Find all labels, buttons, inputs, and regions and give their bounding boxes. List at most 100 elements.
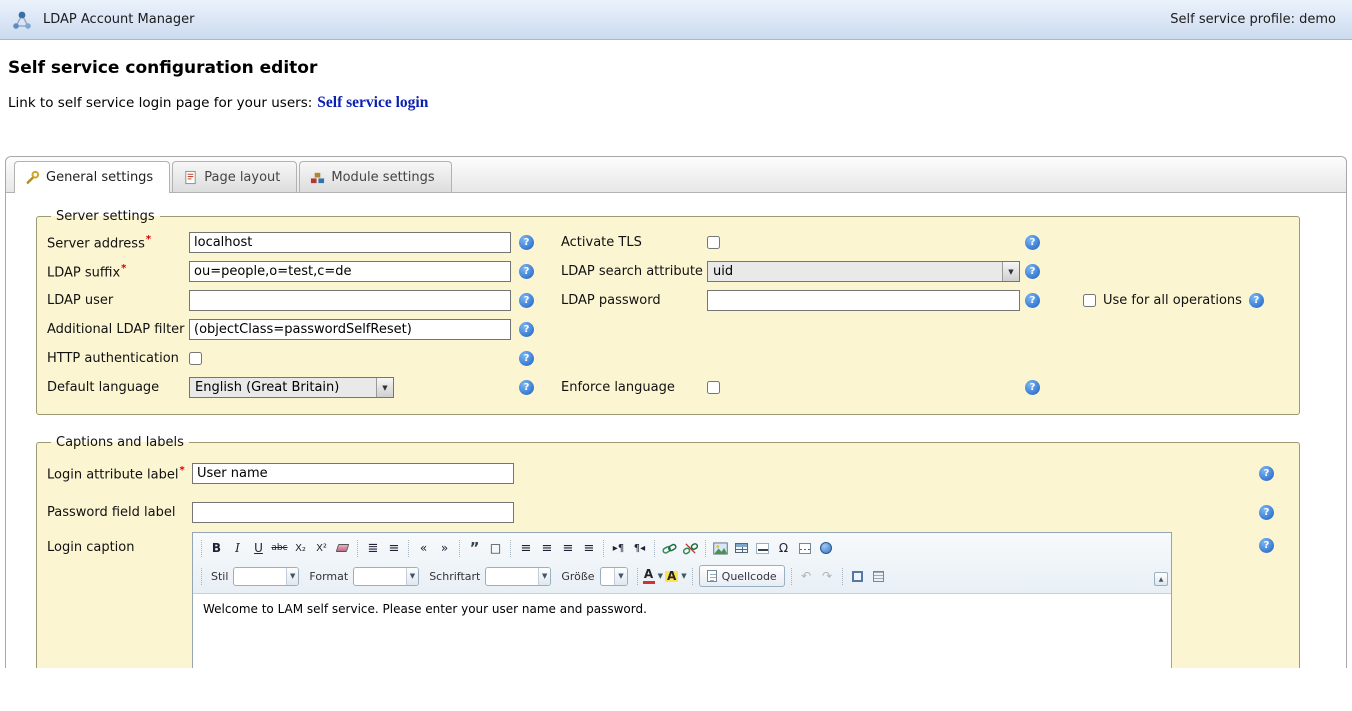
help-icon[interactable]: ?	[519, 380, 534, 395]
help-icon[interactable]: ?	[519, 235, 534, 250]
maximize-button[interactable]	[848, 567, 867, 586]
chevron-down-icon: ▼	[286, 568, 298, 585]
help-icon[interactable]: ?	[1025, 264, 1040, 279]
div-container-button[interactable]: □	[486, 539, 505, 558]
ldap-user-input[interactable]	[189, 290, 511, 311]
font-size-combo-label: Größe	[561, 570, 594, 583]
underline-button[interactable]: U	[249, 539, 268, 558]
app-header: LDAP Account Manager Self service profil…	[0, 0, 1352, 40]
redo-button[interactable]: ↷	[818, 567, 837, 586]
default-language-select[interactable]: English (Great Britain) ▼	[189, 377, 394, 398]
image-button[interactable]	[711, 539, 730, 558]
align-center-icon: ≡	[542, 541, 552, 556]
tab-label: Page layout	[204, 170, 280, 185]
help-icon[interactable]: ?	[1259, 505, 1274, 520]
image-icon	[713, 542, 728, 555]
default-language-label: Default language	[47, 380, 189, 395]
outdent-icon: «	[420, 541, 427, 555]
form-row: Additional LDAP filter ?	[47, 315, 1289, 344]
text-direction-ltr-icon: ▸¶	[613, 543, 624, 554]
selected-value: uid	[713, 264, 733, 279]
outdent-button[interactable]: «	[414, 539, 433, 558]
help-icon[interactable]: ?	[519, 322, 534, 337]
bulleted-list-button[interactable]: ≡	[384, 539, 403, 558]
unlink-button[interactable]	[681, 539, 700, 558]
align-justify-button[interactable]: ≡	[579, 539, 598, 558]
help-icon[interactable]: ?	[519, 351, 534, 366]
remove-format-button[interactable]	[333, 539, 352, 558]
login-attribute-input[interactable]	[192, 463, 514, 484]
align-center-button[interactable]: ≡	[537, 539, 556, 558]
enforce-language-checkbox[interactable]	[707, 381, 720, 394]
help-icon[interactable]: ?	[1259, 538, 1274, 553]
page-icon	[183, 170, 198, 185]
background-color-icon: A	[665, 571, 678, 582]
ldap-password-input[interactable]	[707, 290, 1020, 311]
show-blocks-icon	[873, 571, 884, 582]
toolbar-separator	[201, 568, 202, 585]
subscript-button[interactable]: X₂	[291, 539, 310, 558]
text-direction-rtl-button[interactable]: ¶◂	[630, 539, 649, 558]
toolbar-collapse-button[interactable]: ▲	[1154, 572, 1168, 586]
chevron-down-icon: ▼	[376, 378, 393, 397]
ldap-search-attribute-select[interactable]: uid ▼	[707, 261, 1020, 282]
help-icon[interactable]: ?	[519, 293, 534, 308]
tab-page-layout[interactable]: Page layout	[172, 161, 297, 192]
special-character-button[interactable]: Ω	[774, 539, 793, 558]
page-break-icon	[799, 543, 811, 554]
background-color-button[interactable]: A ▼	[665, 567, 687, 586]
additional-filter-label: Additional LDAP filter	[47, 322, 189, 337]
chevron-down-icon: ▼	[658, 572, 663, 580]
enforce-language-label: Enforce language	[561, 380, 707, 395]
superscript-button[interactable]: X²	[312, 539, 331, 558]
table-button[interactable]	[732, 539, 751, 558]
help-icon[interactable]: ?	[1025, 235, 1040, 250]
blockquote-button[interactable]: ”	[465, 539, 484, 558]
use-all-operations-row: Use for all operations ?	[1083, 293, 1289, 308]
text-direction-ltr-button[interactable]: ▸¶	[609, 539, 628, 558]
italic-button[interactable]: I	[228, 539, 247, 558]
help-icon[interactable]: ?	[1259, 466, 1274, 481]
horizontal-rule-button[interactable]	[753, 539, 772, 558]
ldap-suffix-input[interactable]	[189, 261, 511, 282]
form-row: Default language English (Great Britain)…	[47, 373, 1289, 402]
source-button[interactable]: Quellcode	[699, 565, 785, 587]
numbered-list-icon: ≣	[368, 541, 378, 556]
tab-module-settings[interactable]: Module settings	[299, 161, 451, 192]
use-all-operations-checkbox[interactable]	[1083, 294, 1096, 307]
strikethrough-button[interactable]: abc	[270, 539, 289, 558]
tab-general-settings[interactable]: General settings	[14, 161, 170, 193]
collapse-arrow-icon: ▲	[1159, 576, 1164, 583]
toolbar-separator	[842, 568, 843, 585]
editor-content-area[interactable]: Welcome to LAM self service. Please ente…	[193, 594, 1171, 668]
numbered-list-button[interactable]: ≣	[363, 539, 382, 558]
align-left-button[interactable]: ≡	[516, 539, 535, 558]
link-button[interactable]	[660, 539, 679, 558]
editor-text: Welcome to LAM self service. Please ente…	[203, 602, 647, 616]
font-size-combo[interactable]: Größe ▼	[561, 567, 627, 586]
server-address-input[interactable]	[189, 232, 511, 253]
additional-filter-input[interactable]	[189, 319, 511, 340]
help-icon[interactable]: ?	[1249, 293, 1264, 308]
align-right-button[interactable]: ≡	[558, 539, 577, 558]
page-break-button[interactable]	[795, 539, 814, 558]
activate-tls-checkbox[interactable]	[707, 236, 720, 249]
bold-button[interactable]: B	[207, 539, 226, 558]
ldap-user-label: LDAP user	[47, 293, 189, 308]
editor-toolbar-row1: B I U abc X₂ X² ≣ ≡ « »	[197, 535, 1167, 561]
text-color-button[interactable]: A ▼	[643, 567, 663, 586]
undo-button[interactable]: ↶	[797, 567, 816, 586]
password-field-input[interactable]	[192, 502, 514, 523]
http-auth-checkbox[interactable]	[189, 352, 202, 365]
font-combo[interactable]: Schriftart ▼	[429, 567, 551, 586]
self-service-login-link[interactable]: Self service login	[317, 94, 428, 111]
show-blocks-button[interactable]	[869, 567, 888, 586]
help-icon[interactable]: ?	[1025, 293, 1040, 308]
help-icon[interactable]: ?	[519, 264, 534, 279]
indent-button[interactable]: »	[435, 539, 454, 558]
iframe-button[interactable]	[816, 539, 835, 558]
format-combo[interactable]: Format ▼	[309, 567, 419, 586]
style-combo[interactable]: Stil ▼	[211, 567, 299, 586]
help-icon[interactable]: ?	[1025, 380, 1040, 395]
tab-content: Server settings Server address* ? Activa…	[6, 193, 1346, 668]
